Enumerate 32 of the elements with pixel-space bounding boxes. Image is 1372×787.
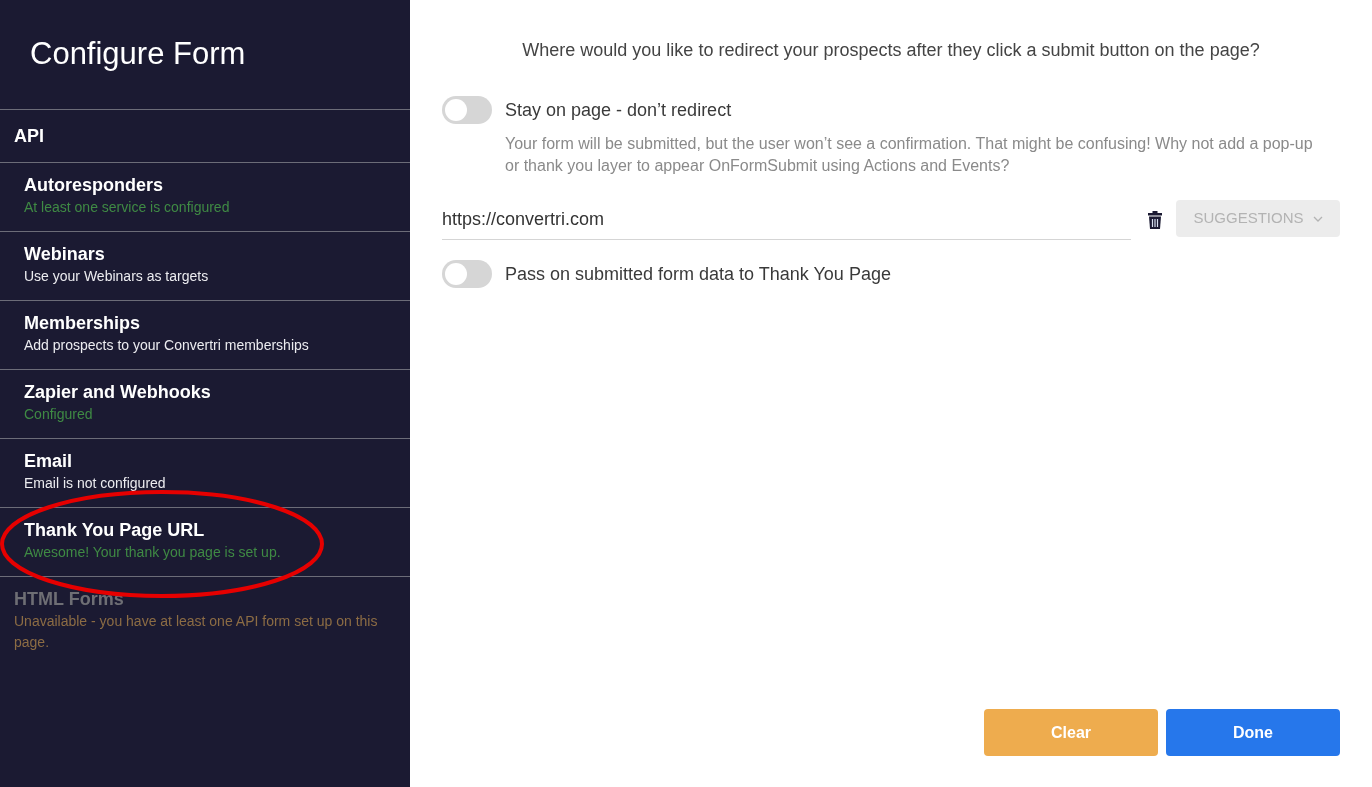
sidebar-item[interactable]: Email Email is not configured	[0, 438, 410, 507]
sidebar-item[interactable]: Autoresponders At least one service is configured	[0, 162, 410, 231]
sidebar-item-title: Memberships	[24, 312, 142, 335]
sidebar-item-status: Add prospects to your Convertri memberships	[24, 336, 310, 355]
sidebar-item-title: Autoresponders	[24, 174, 165, 197]
section-heading: API	[0, 109, 410, 162]
trash-icon[interactable]	[1148, 211, 1162, 229]
sidebar-item-title: Zapier and Webhooks	[24, 381, 212, 404]
sidebar-item-title: Email	[24, 450, 74, 473]
url-field[interactable]: https://convertri.com	[442, 200, 1131, 240]
sidebar-item[interactable]: Memberships Add prospects to your Convertri memberships	[0, 300, 410, 369]
sidebar-item[interactable]: Webinars Use your Webinars as targets	[0, 231, 410, 300]
sidebar-item[interactable]: Thank You Page URL Awesome! Your thank you page is set up.	[0, 507, 410, 576]
sidebar-item-status: Configured	[24, 405, 94, 424]
sidebar-title: Configure Form	[30, 35, 246, 74]
sidebar-item-status: At least one service is configured	[24, 198, 231, 217]
sidebar-item-title: Thank You Page URL	[24, 519, 206, 542]
question-text: Where would you like to redirect your prospects after they click a submit button on the page?	[521, 39, 1261, 62]
done-button[interactable]: Done	[1166, 709, 1340, 756]
toggle-label: Pass on submitted form data to Thank You Page	[505, 263, 891, 286]
sidebar-item-status: Unavailable - you have at least one API form set up on this page.	[14, 612, 379, 652]
sidebar-item[interactable]: Zapier and Webhooks Configured	[0, 369, 410, 438]
sidebar-item-title: HTML Forms	[14, 588, 125, 611]
toggle-switch[interactable]	[442, 260, 492, 288]
sidebar-item-title: Webinars	[24, 243, 106, 266]
toggle-label: Stay on page - don’t redirect	[505, 99, 732, 122]
chevron-down-icon	[1312, 215, 1323, 222]
sidebar-item-status: Awesome! Your thank you page is set up.	[24, 543, 282, 562]
sidebar-item-status: Email is not configured	[24, 474, 167, 493]
sidebar-item-status: Use your Webinars as targets	[24, 267, 210, 286]
description-text: Your form will be submitted, but the user won’t see a confirmation. That might be confusing! Why not add a pop-up or thank you layer to appear OnFormSubmit using Actions and Events?	[505, 134, 1314, 176]
toggle-switch[interactable]	[442, 96, 492, 124]
